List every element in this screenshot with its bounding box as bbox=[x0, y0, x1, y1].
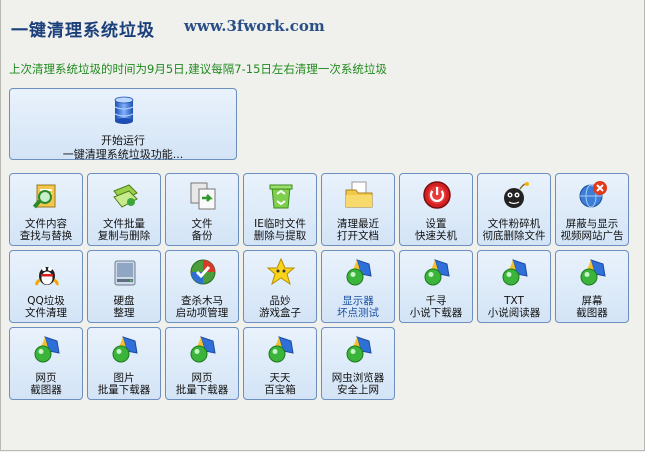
tool-label-1: 天天 bbox=[269, 372, 291, 384]
tool-button-20[interactable]: 天天 百宝箱 bbox=[243, 327, 317, 400]
tool-button-12[interactable]: 品妙 游戏盒子 bbox=[243, 250, 317, 323]
tool-button-13[interactable]: 显示器 坏点测试 bbox=[321, 250, 395, 323]
tool-label-1: 屏蔽与显示 bbox=[565, 218, 619, 230]
tool-button-16[interactable]: 屏幕 截图器 bbox=[555, 250, 629, 323]
database-icon bbox=[109, 95, 139, 125]
tool-label-1: 硬盘 bbox=[113, 295, 135, 307]
tool-label-1: IE临时文件 bbox=[254, 218, 306, 230]
tool-label-2: 查找与替换 bbox=[19, 230, 73, 242]
harddisk-icon bbox=[109, 256, 141, 288]
gem-icon bbox=[343, 333, 375, 365]
folder-icon bbox=[343, 179, 375, 211]
gem-icon bbox=[187, 333, 219, 365]
tool-button-17[interactable]: 网页 截图器 bbox=[9, 327, 83, 400]
tool-label-2: 批量下载器 bbox=[97, 384, 151, 396]
tool-label-2: 文件清理 bbox=[25, 307, 67, 319]
tool-label-2: 视频网站广告 bbox=[560, 230, 624, 242]
tool-label-2: 删除与提取 bbox=[253, 230, 307, 242]
tool-button-2[interactable]: 文件批量 复制与删除 bbox=[87, 173, 161, 246]
tool-label-2: 批量下载器 bbox=[175, 384, 229, 396]
website-link[interactable]: www.3fwork.com bbox=[184, 17, 325, 35]
tool-label-1: 网虫浏览器 bbox=[331, 372, 385, 384]
tool-label-2: 备份 bbox=[191, 230, 213, 242]
file-search-icon bbox=[31, 179, 63, 211]
tool-label-2: 打开文档 bbox=[337, 230, 379, 242]
qq-icon bbox=[31, 256, 63, 288]
tool-label-2: 整理 bbox=[113, 307, 135, 319]
shield-icon bbox=[187, 256, 219, 288]
tool-label-1: 千寻 bbox=[425, 295, 447, 307]
tool-button-9[interactable]: QQ垃圾 文件清理 bbox=[9, 250, 83, 323]
power-icon bbox=[421, 179, 453, 211]
tool-label-2: 复制与删除 bbox=[97, 230, 151, 242]
backup-icon bbox=[187, 179, 219, 211]
tool-label-2: 坏点测试 bbox=[337, 307, 379, 319]
tool-label-1: TXT bbox=[504, 295, 524, 307]
gem-icon bbox=[109, 333, 141, 365]
block-globe-icon bbox=[577, 179, 609, 211]
start-clean-label-2: 一键清理系统垃圾功能... bbox=[62, 148, 184, 161]
tool-label-2: 启动项管理 bbox=[175, 307, 229, 319]
tool-button-19[interactable]: 网页 批量下载器 bbox=[165, 327, 239, 400]
recycle-icon bbox=[265, 179, 297, 211]
tool-button-14[interactable]: 千寻 小说下载器 bbox=[399, 250, 473, 323]
tool-label-1: 设置 bbox=[425, 218, 447, 230]
tool-label-2: 百宝箱 bbox=[264, 384, 296, 396]
tool-label-2: 截图器 bbox=[30, 384, 62, 396]
start-clean-button[interactable]: 开始运行 一键清理系统垃圾功能... bbox=[9, 88, 237, 161]
tool-label-1: 文件粉碎机 bbox=[487, 218, 541, 230]
tool-label-1: 屏幕 bbox=[581, 295, 603, 307]
tool-button-10[interactable]: 硬盘 整理 bbox=[87, 250, 161, 323]
tool-label-2: 游戏盒子 bbox=[259, 307, 301, 319]
file-copy-icon bbox=[109, 179, 141, 211]
tool-label-2: 小说下载器 bbox=[409, 307, 463, 319]
tool-label-1: 显示器 bbox=[342, 295, 374, 307]
gem-icon bbox=[421, 256, 453, 288]
app-title: 一键清理系统垃圾 bbox=[11, 21, 155, 41]
tool-label-1: 图片 bbox=[113, 372, 135, 384]
tool-label-2: 安全上网 bbox=[337, 384, 379, 396]
tool-button-4[interactable]: IE临时文件 删除与提取 bbox=[243, 173, 317, 246]
tool-label-1: 网页 bbox=[191, 372, 213, 384]
last-clean-notice: 上次清理系统垃圾的时间为9月5日,建议每隔7-15日左右清理一次系统垃圾 bbox=[9, 62, 387, 76]
tool-button-7[interactable]: 文件粉碎机 彻底删除文件 bbox=[477, 173, 551, 246]
tool-label-2: 截图器 bbox=[576, 307, 608, 319]
tool-label-2: 彻底删除文件 bbox=[482, 230, 546, 242]
tool-button-21[interactable]: 网虫浏览器 安全上网 bbox=[321, 327, 395, 400]
tool-button-6[interactable]: 设置 快速关机 bbox=[399, 173, 473, 246]
tool-button-1[interactable]: 文件内容 查找与替换 bbox=[9, 173, 83, 246]
tool-button-18[interactable]: 图片 批量下载器 bbox=[87, 327, 161, 400]
tool-label-1: 清理最近 bbox=[337, 218, 379, 230]
gem-icon bbox=[31, 333, 63, 365]
tool-label-1: 品妙 bbox=[269, 295, 291, 307]
bomb-icon bbox=[499, 179, 531, 211]
tool-button-8[interactable]: 屏蔽与显示 视频网站广告 bbox=[555, 173, 629, 246]
tool-label-2: 快速关机 bbox=[415, 230, 457, 242]
tool-label-1: 文件批量 bbox=[103, 218, 145, 230]
tool-label-1: 文件 bbox=[191, 218, 213, 230]
tool-button-15[interactable]: TXT 小说阅读器 bbox=[477, 250, 551, 323]
tool-button-11[interactable]: 查杀木马 启动项管理 bbox=[165, 250, 239, 323]
tool-label-2: 小说阅读器 bbox=[487, 307, 541, 319]
tool-label-1: 查杀木马 bbox=[181, 295, 223, 307]
tool-label-1: 网页 bbox=[35, 372, 57, 384]
star-icon bbox=[265, 256, 297, 288]
tool-button-3[interactable]: 文件 备份 bbox=[165, 173, 239, 246]
tool-label-1: 文件内容 bbox=[25, 218, 67, 230]
tool-button-5[interactable]: 清理最近 打开文档 bbox=[321, 173, 395, 246]
gem-icon bbox=[577, 256, 609, 288]
gem-icon bbox=[343, 256, 375, 288]
gem-icon bbox=[265, 333, 297, 365]
tool-label-1: QQ垃圾 bbox=[27, 295, 65, 307]
gem-icon bbox=[499, 256, 531, 288]
